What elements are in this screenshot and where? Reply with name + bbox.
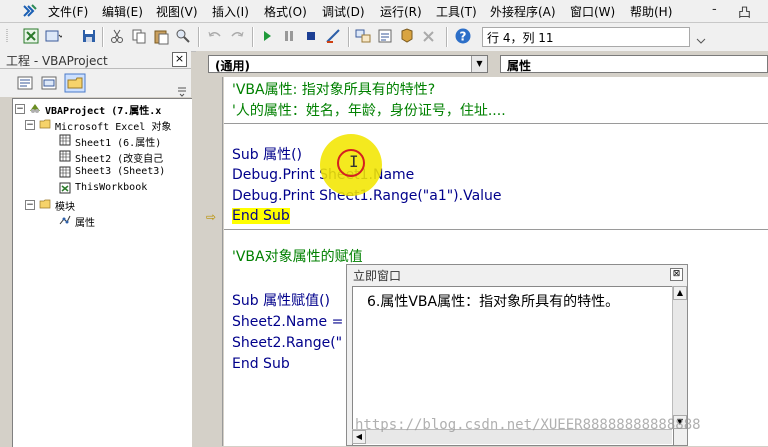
menu-view[interactable]: 视图(V) (156, 3, 198, 20)
ibeam-cursor-icon: I (349, 152, 359, 171)
code-line[interactable]: Sub 属性赋值() (232, 291, 330, 311)
workbook-icon (59, 182, 71, 194)
menu-edit[interactable]: 编辑(E) (102, 3, 143, 20)
toolbar-grip-icon (6, 29, 8, 43)
vba-app-icon[interactable] (22, 3, 38, 19)
view-object-icon[interactable] (40, 75, 58, 91)
collapse-toggle[interactable]: − (25, 200, 35, 210)
paste-icon[interactable] (152, 27, 170, 45)
scroll-up-icon[interactable]: ▲ (673, 286, 687, 300)
help-icon[interactable]: ? (454, 27, 472, 45)
toolbar-separator (446, 27, 448, 47)
toolbar-separator (198, 27, 200, 47)
procedure-separator (224, 229, 768, 230)
code-line[interactable]: End Sub (232, 354, 290, 374)
tree-item-thisworkbook[interactable]: ThisWorkbook (75, 182, 147, 193)
toolbar-separator (348, 27, 350, 47)
svg-text:?: ? (460, 30, 467, 44)
code-line-sub-header[interactable]: Sub 属性() (232, 145, 302, 165)
reset-icon[interactable] (302, 27, 320, 45)
procedure-combo[interactable]: 属性 (500, 55, 768, 73)
properties-icon[interactable] (376, 27, 394, 45)
code-margin[interactable] (198, 77, 223, 446)
menu-bar: 文件(F) 编辑(E) 视图(V) 插入(I) 格式(O) 调试(D) 运行(R… (0, 0, 768, 23)
code-line[interactable]: Sheet2.Name = (232, 312, 343, 332)
restore-button[interactable]: 凸 (738, 2, 751, 21)
toolbox-icon[interactable] (420, 27, 438, 45)
menu-run[interactable]: 运行(R) (380, 3, 422, 20)
menu-window[interactable]: 窗口(W) (570, 3, 615, 20)
toolbar-separator (252, 27, 254, 47)
sheet-icon (59, 150, 71, 162)
project-panel-toolbar (0, 69, 191, 97)
code-line[interactable]: '人的属性：姓名，年龄，身份证号，住址.... (232, 101, 506, 121)
undo-icon[interactable] (206, 27, 224, 45)
close-icon[interactable]: ⊠ (670, 268, 683, 281)
menu-tools[interactable]: 工具(T) (436, 3, 477, 20)
cut-icon[interactable] (108, 27, 126, 45)
view-excel-icon[interactable] (22, 27, 40, 45)
sheet-icon (59, 166, 71, 178)
minimize-button[interactable]: - (712, 2, 717, 17)
execution-arrow-icon: ⇨ (206, 210, 217, 224)
menu-insert[interactable]: 插入(I) (212, 3, 249, 20)
toolbar-separator (102, 27, 104, 47)
immediate-window-title: 立即窗口 (353, 269, 402, 283)
insert-module-icon[interactable] (44, 27, 62, 45)
project-tree: − VBAProject (7.属性.x − Microsoft Excel 对… (12, 98, 192, 447)
project-panel-title: 工程 - VBAProject (6, 54, 108, 68)
cursor-position-box: 行 4，列 11 (482, 27, 690, 47)
code-line-highlighted[interactable]: End Sub (232, 206, 290, 226)
object-browser-icon[interactable] (398, 27, 416, 45)
menu-addins[interactable]: 外接程序(A) (490, 3, 556, 20)
tree-item-sheet1[interactable]: Sheet1 (6.属性) (75, 134, 161, 149)
folder-open-icon (39, 119, 51, 129)
procedure-combo-value: 属性 (507, 59, 532, 73)
procedure-separator (224, 123, 768, 124)
toggle-folders-icon[interactable] (64, 73, 86, 93)
menu-help[interactable]: 帮助(H) (630, 3, 672, 20)
vbaproject-icon (30, 104, 40, 113)
tree-item-sheet2[interactable]: Sheet2 (改变自己 (75, 150, 163, 165)
tree-item-excel-objects[interactable]: Microsoft Excel 对象 (55, 118, 171, 133)
sheet-icon (59, 134, 71, 146)
project-panel-titlebar: 工程 - VBAProject × (0, 51, 191, 69)
code-line-text: Sub 属性() (232, 147, 303, 163)
menu-debug[interactable]: 调试(D) (322, 3, 365, 20)
highlighted-end-sub: End Sub (232, 208, 290, 224)
find-icon[interactable] (174, 27, 192, 45)
run-icon[interactable] (258, 27, 276, 45)
tree-item-vbaproject[interactable]: VBAProject (7.属性.x (45, 102, 161, 117)
object-combo-value: (通用) (215, 59, 250, 73)
folder-open-icon (39, 199, 51, 209)
menu-file[interactable]: 文件(F) (48, 3, 88, 20)
menu-format[interactable]: 格式(O) (264, 3, 307, 20)
collapse-toggle[interactable]: − (15, 104, 25, 114)
toolbar-options-icon[interactable] (692, 27, 710, 45)
tree-item-sheet3[interactable]: Sheet3 (Sheet3) (75, 166, 165, 177)
watermark: https://blog.csdn.net/XUEER8888888888888… (355, 417, 701, 433)
break-icon[interactable] (280, 27, 298, 45)
save-icon[interactable] (80, 27, 98, 45)
code-line[interactable]: 'VBA对象属性的赋值 (232, 247, 363, 267)
view-code-icon[interactable] (16, 75, 34, 91)
vertical-scrollbar[interactable]: ▲ ▼ (672, 286, 687, 429)
collapse-toggle[interactable]: − (25, 120, 35, 130)
module-icon (59, 215, 71, 225)
redo-icon[interactable] (228, 27, 246, 45)
code-line[interactable]: 'VBA属性: 指对象所具有的特性? (232, 80, 435, 100)
chevron-down-icon[interactable]: ▼ (471, 56, 487, 72)
project-explorer-icon[interactable] (354, 27, 372, 45)
object-combo[interactable]: (通用) ▼ (208, 55, 488, 73)
code-line[interactable]: Sheet2.Range(" (232, 333, 342, 353)
panel-resize-icon (178, 87, 186, 97)
close-icon[interactable]: × (172, 52, 187, 67)
tree-item-modules[interactable]: 模块 (55, 198, 75, 213)
copy-icon[interactable] (130, 27, 148, 45)
tree-item-module-property[interactable]: 属性 (75, 214, 95, 229)
immediate-output: 6.属性VBA属性：指对象所具有的特性。 (367, 294, 620, 310)
design-mode-icon[interactable] (324, 27, 342, 45)
